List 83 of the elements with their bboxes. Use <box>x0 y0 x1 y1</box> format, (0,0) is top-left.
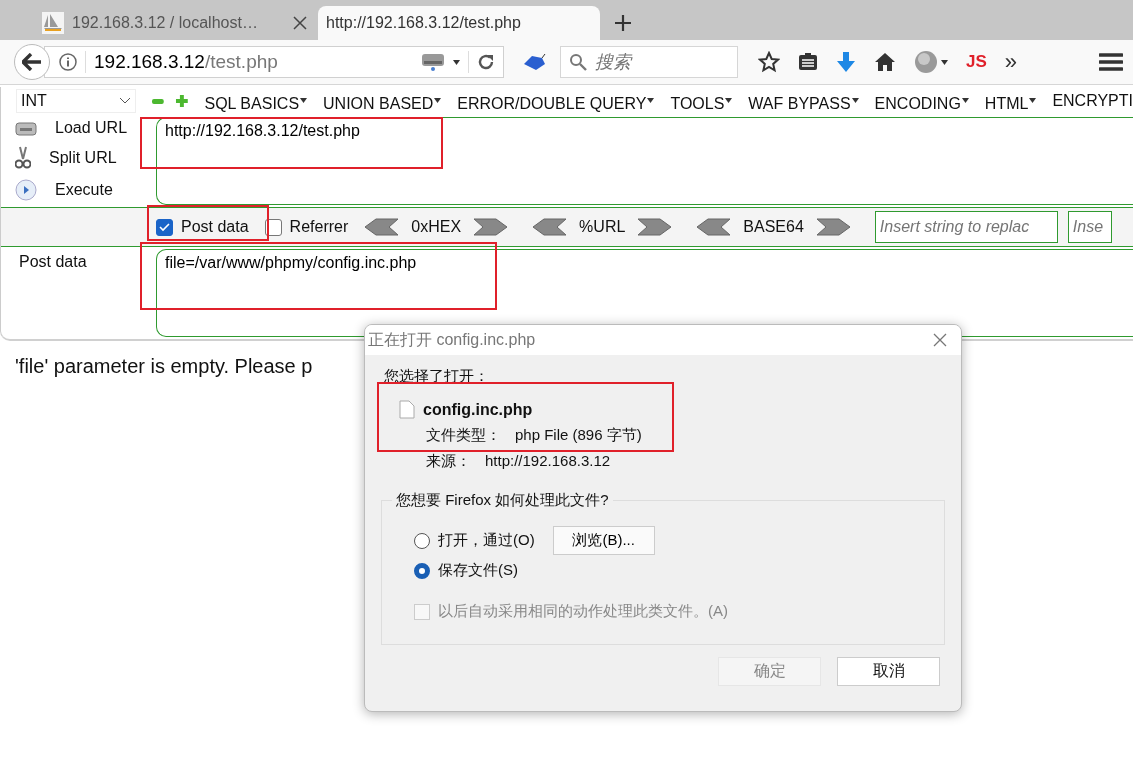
browse-button[interactable]: 浏览(B)... <box>552 526 655 555</box>
menu-icon[interactable] <box>1099 52 1123 72</box>
post-data-label: Post data <box>18 252 88 272</box>
option-checkbox[interactable]: Post data <box>156 218 249 236</box>
split-button[interactable]: Split URL <box>15 146 151 170</box>
menu-button[interactable]: HTML <box>984 89 1037 113</box>
encoder-label: %URL <box>579 218 626 236</box>
js-button[interactable]: JS <box>966 52 987 72</box>
encoder-label: BASE64 <box>743 218 804 236</box>
check-icon <box>159 222 170 232</box>
new-tab-icon[interactable] <box>614 14 632 32</box>
menu-button[interactable]: WAF BYPASS <box>748 89 859 113</box>
left-chevron-icon[interactable] <box>364 218 400 236</box>
dropdown-caret-icon <box>453 59 460 65</box>
search-box[interactable]: 搜索 <box>560 46 738 78</box>
choice-radio[interactable]: 打开，通过(O) <box>414 531 535 550</box>
caret-icon <box>941 59 948 65</box>
radio-dot[interactable] <box>414 532 430 549</box>
left-chevron-icon[interactable] <box>696 218 732 236</box>
back-arrow-icon <box>22 53 42 71</box>
back-button[interactable] <box>14 44 50 80</box>
caret-icon <box>1029 98 1037 103</box>
bird-icon[interactable] <box>522 52 546 72</box>
menu-button[interactable]: ERROR/DOUBLE QUERY <box>457 89 655 113</box>
reading-list-icon[interactable] <box>798 52 818 72</box>
right-chevron-icon[interactable] <box>815 218 851 236</box>
group-title: 您想要 Firefox 如何处理此文件? <box>395 491 610 510</box>
caret-icon <box>300 98 308 103</box>
radio-dot[interactable] <box>414 562 430 579</box>
browser-tab[interactable]: 192.168.3.12 / localhost… <box>34 6 316 40</box>
menu-button[interactable]: SQL BASICS <box>204 89 308 113</box>
chevron-down-icon <box>119 97 131 105</box>
home-icon[interactable] <box>874 52 896 72</box>
choice-radio[interactable]: 保存文件(S) <box>414 561 518 580</box>
execute-button[interactable]: Execute <box>15 179 151 201</box>
download-icon[interactable] <box>836 51 856 73</box>
drive-icon[interactable] <box>421 52 445 72</box>
file-icon <box>399 400 415 419</box>
replace-input[interactable]: Inse <box>1067 211 1112 243</box>
menu-button[interactable]: UNION BASED <box>323 89 442 113</box>
source-value: http://192.168.3.12 <box>485 452 611 471</box>
star-icon[interactable] <box>758 51 780 73</box>
option-checkbox[interactable]: Referrer <box>264 218 349 236</box>
caret-icon <box>961 98 969 103</box>
caret-icon <box>851 98 859 103</box>
caret-icon <box>434 98 442 103</box>
caret-icon <box>647 98 655 103</box>
checkbox[interactable] <box>156 218 173 236</box>
info-icon[interactable] <box>59 53 77 71</box>
sailboat-icon <box>42 12 64 34</box>
menu-button[interactable]: ENCRYPTI <box>1052 92 1133 110</box>
caret-icon <box>725 98 733 103</box>
url-input[interactable]: http://192.168.3.12/test.php <box>156 117 1133 205</box>
browser-tab[interactable]: http://192.168.3.12/test.php <box>318 6 600 40</box>
minus-icon[interactable] <box>151 96 165 106</box>
scissors-icon <box>15 146 31 170</box>
replace-input[interactable]: Insert string to replac <box>874 211 1058 243</box>
search-icon <box>569 53 587 71</box>
search-field[interactable]: 搜索 <box>593 50 727 74</box>
type-label: 文件类型： <box>426 426 501 445</box>
left-chevron-icon[interactable] <box>532 218 568 236</box>
play-icon <box>15 179 37 201</box>
address-field[interactable]: 192.168.3.12/test.php <box>44 46 504 78</box>
close-icon[interactable] <box>292 15 308 31</box>
type-select[interactable]: INT <box>16 89 136 113</box>
file-name: config.inc.php <box>423 400 533 419</box>
reload-icon[interactable] <box>477 53 495 71</box>
page-message: 'file' parameter is empty. Please p <box>15 355 313 377</box>
plus-icon[interactable] <box>174 94 189 108</box>
close-icon[interactable] <box>933 333 947 347</box>
menu-button[interactable]: ENCODING <box>874 89 969 113</box>
load-button[interactable]: Load URL <box>15 119 151 137</box>
type-value: php File (896 字节) <box>515 426 642 445</box>
menu-button[interactable]: TOOLS <box>670 89 733 113</box>
right-chevron-icon[interactable] <box>637 218 673 236</box>
cancel-button[interactable]: 取消 <box>837 657 940 686</box>
overflow-button[interactable]: » <box>1004 49 1018 75</box>
encoder-label: 0xHEX <box>411 218 462 236</box>
source-label: 来源： <box>426 452 471 471</box>
remember-label: 以后自动采用相同的动作处理此类文件。(A) <box>438 602 728 621</box>
drive-icon <box>15 119 37 137</box>
globe-icon[interactable] <box>914 50 938 74</box>
right-chevron-icon[interactable] <box>473 218 509 236</box>
